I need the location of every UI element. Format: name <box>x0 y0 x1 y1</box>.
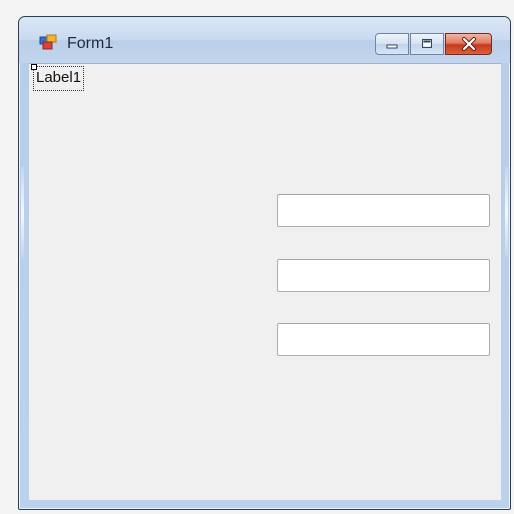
designer-surface: Form1 Label1 <box>0 0 514 514</box>
form-client-area[interactable]: Label1 <box>29 63 501 500</box>
maximize-icon <box>411 34 443 54</box>
maximize-button[interactable] <box>410 33 444 55</box>
minimize-button[interactable] <box>375 33 409 55</box>
close-button[interactable] <box>445 33 492 55</box>
title-bar[interactable]: Form1 <box>19 17 510 63</box>
label1-selected[interactable]: Label1 <box>31 64 85 91</box>
caption-buttons <box>375 33 492 55</box>
right-border-sheen <box>505 167 508 257</box>
window-title: Form1 <box>67 35 114 52</box>
label1-text: Label1 <box>36 69 82 86</box>
textbox-2[interactable] <box>277 259 490 292</box>
selection-handle[interactable] <box>31 64 37 70</box>
close-icon <box>446 34 491 54</box>
minimize-icon <box>376 34 408 54</box>
left-border-sheen <box>21 167 24 257</box>
textbox-1[interactable] <box>277 194 490 227</box>
form-window[interactable]: Form1 Label1 <box>18 16 511 510</box>
textbox-3[interactable] <box>277 323 490 356</box>
winforms-form-icon <box>39 34 59 52</box>
